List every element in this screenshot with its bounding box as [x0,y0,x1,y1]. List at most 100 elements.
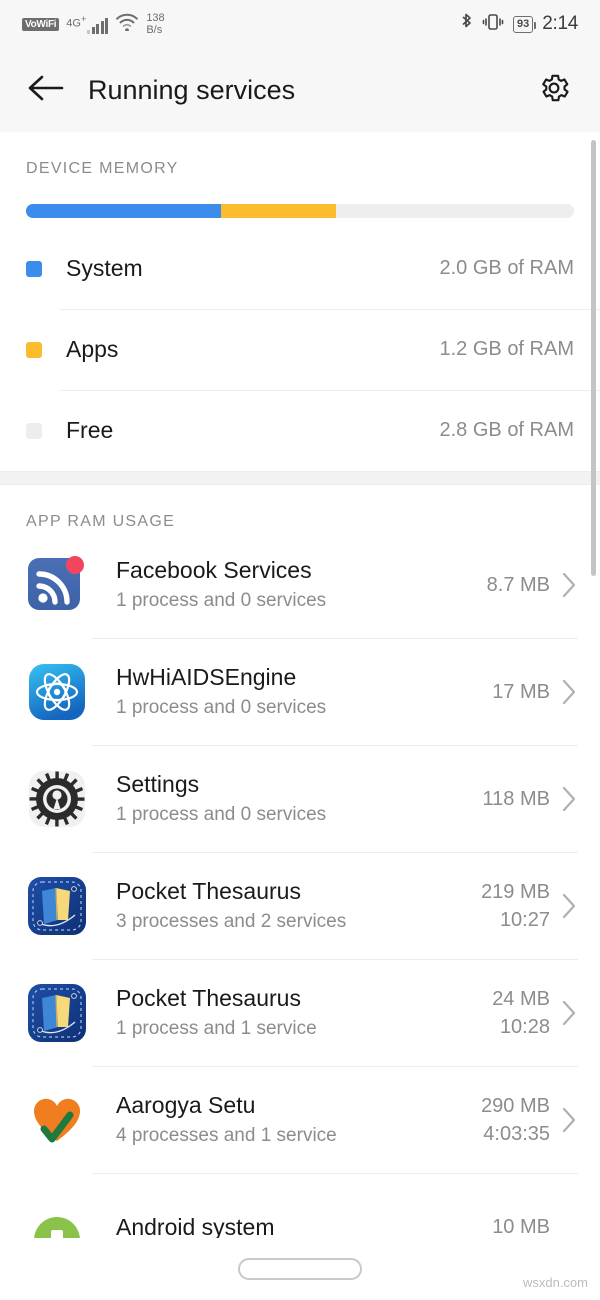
app-item-memory: 290 MB [481,1094,550,1117]
section-divider [0,471,600,485]
memory-bar-segment-apps [220,204,336,218]
app-item-name: HwHiAIDSEngine [116,663,297,690]
pocket-thesaurus-icon [26,982,88,1044]
status-bar-clock: 2:14 [542,13,578,34]
app-list-item[interactable]: Pocket Thesaurus 1 process and 1 service 2… [0,959,600,1066]
memory-bar-segment-free [335,204,574,218]
app-item-subtitle: 1 process and 0 services [116,803,327,825]
memory-row-label: System [66,255,143,281]
app-item-meta: 219 MB 10:27 [481,878,550,934]
legend-color-swatch [26,341,42,358]
memory-legend-list: System 2.0 GB of RAM Apps 1.2 GB of RAM Free… [0,228,600,471]
app-item-name: Android system [116,1213,275,1240]
signal-bars-icon: 4G+ [66,14,109,35]
memory-row-label: Free [66,417,114,443]
app-item-subtitle: 1 process and 1 service [116,1017,317,1039]
status-bar-right: 93 2:14 [460,12,578,37]
pocket-thesaurus-icon [26,875,88,937]
data-speed-indicator: 138 B/s [146,12,164,36]
app-item-meta: 8.7 MB [487,571,550,599]
back-button[interactable] [22,66,70,114]
app-item-memory: 10 MB [492,1215,550,1238]
memory-row: Free 2.8 GB of RAM [26,390,600,471]
app-item-text: Pocket Thesaurus 1 process and 1 service [116,983,492,1043]
app-item-subtitle: 3 processes and 2 services [116,910,347,932]
arrow-left-icon [27,73,65,108]
app-list-item[interactable]: Settings 1 process and 0 services 118 MB [0,745,600,852]
app-item-memory: 8.7 MB [486,573,550,596]
app-item-text: Android system [116,1212,492,1242]
bluetooth-icon [460,12,473,37]
app-list-item[interactable]: Facebook Services 1 process and 0 service… [0,531,600,638]
chevron-right-icon [560,1106,578,1134]
app-item-memory: 118 MB [482,787,550,810]
app-item-text: Pocket Thesaurus 3 processes and 2 servic… [116,876,481,936]
app-item-text: Settings 1 process and 0 services [116,769,483,829]
phone-screen: VoWiFi 4G+ 138 B/s 93 2:14 Running servi… [0,0,600,1300]
app-item-memory: 17 MB [492,680,550,703]
wifi-icon [115,13,139,36]
data-speed-value: 138 [146,12,165,24]
app-list-item[interactable]: Pocket Thesaurus 3 processes and 2 servic… [0,852,600,959]
vibrate-icon [482,12,504,37]
data-speed-unit: B/s [146,24,163,36]
legend-color-swatch [26,422,42,439]
memory-usage-bar [26,204,574,218]
vertical-scrollbar[interactable] [591,140,596,576]
navigation-bar [0,1238,600,1300]
app-item-memory: 24 MB [492,987,550,1010]
memory-row-value: 1.2 GB of RAM [439,338,575,360]
legend-color-swatch [26,260,42,277]
aarogya-setu-heart-icon [26,1089,88,1151]
settings-gear-icon [26,768,88,830]
app-item-memory: 219 MB [481,880,550,903]
scroll-content: DEVICE MEMORY System 2.0 GB of RAM Apps 1.2… [0,132,600,1284]
facebook-services-icon [26,554,88,616]
memory-bar-segment-system [26,204,221,218]
device-memory-section: DEVICE MEMORY System 2.0 GB of RAM Apps 1.2… [0,132,600,471]
app-ram-usage-section: APP RAM USAGE Facebook Services 1 process… [0,485,600,1284]
app-bar: Running services [0,48,600,132]
battery-icon: 93 [512,15,537,33]
status-bar-left: VoWiFi 4G+ 138 B/s [22,12,165,36]
memory-row-value: 2.0 GB of RAM [439,257,575,279]
app-item-text: HwHiAIDSEngine 1 process and 0 services [116,662,492,722]
status-bar: VoWiFi 4G+ 138 B/s 93 2:14 [0,0,600,48]
watermark: wsxdn.com [522,1275,588,1290]
app-item-text: Aarogya Setu 4 processes and 1 service [116,1090,481,1150]
memory-row-value: 2.8 GB of RAM [439,419,575,441]
app-item-meta: 10 MB [492,1213,550,1241]
chevron-right-icon [560,571,578,599]
chevron-right-icon [560,999,578,1027]
app-item-subtitle: 4 processes and 1 service [116,1124,337,1146]
battery-level-label: 93 [516,18,530,30]
device-memory-section-title: DEVICE MEMORY [26,160,179,177]
app-ram-usage-section-title: APP RAM USAGE [26,513,176,530]
app-item-runtime: 10:27 [499,908,550,931]
memory-row: System 2.0 GB of RAM [26,228,600,309]
chevron-right-icon [560,785,578,813]
vowifi-badge: VoWiFi [22,17,60,31]
app-item-meta: 24 MB 10:28 [492,985,550,1041]
settings-button[interactable] [530,66,578,114]
app-item-meta: 290 MB 4:03:35 [481,1092,550,1148]
app-item-runtime: 4:03:35 [483,1122,550,1145]
app-item-name: Settings [116,770,200,797]
app-item-meta: 17 MB [492,678,550,706]
app-item-name: Facebook Services [116,556,312,583]
app-list-item[interactable]: Aarogya Setu 4 processes and 1 service 290… [0,1066,600,1173]
app-item-name: Pocket Thesaurus [116,877,301,904]
memory-row: Apps 1.2 GB of RAM [26,309,600,390]
app-item-runtime: 10:28 [499,1015,550,1038]
home-gesture-pill[interactable] [238,1258,362,1280]
app-item-meta: 118 MB [483,785,550,813]
app-item-subtitle: 1 process and 0 services [116,696,327,718]
app-item-text: Facebook Services 1 process and 0 service… [116,555,487,615]
chevron-right-icon [560,678,578,706]
page-title: Running services [88,74,296,105]
chevron-right-icon [560,892,578,920]
app-item-name: Pocket Thesaurus [116,984,301,1011]
app-list-item[interactable]: HwHiAIDSEngine 1 process and 0 services 17… [0,638,600,745]
app-list: Facebook Services 1 process and 0 service… [0,531,600,1284]
app-item-name: Aarogya Setu [116,1091,256,1118]
